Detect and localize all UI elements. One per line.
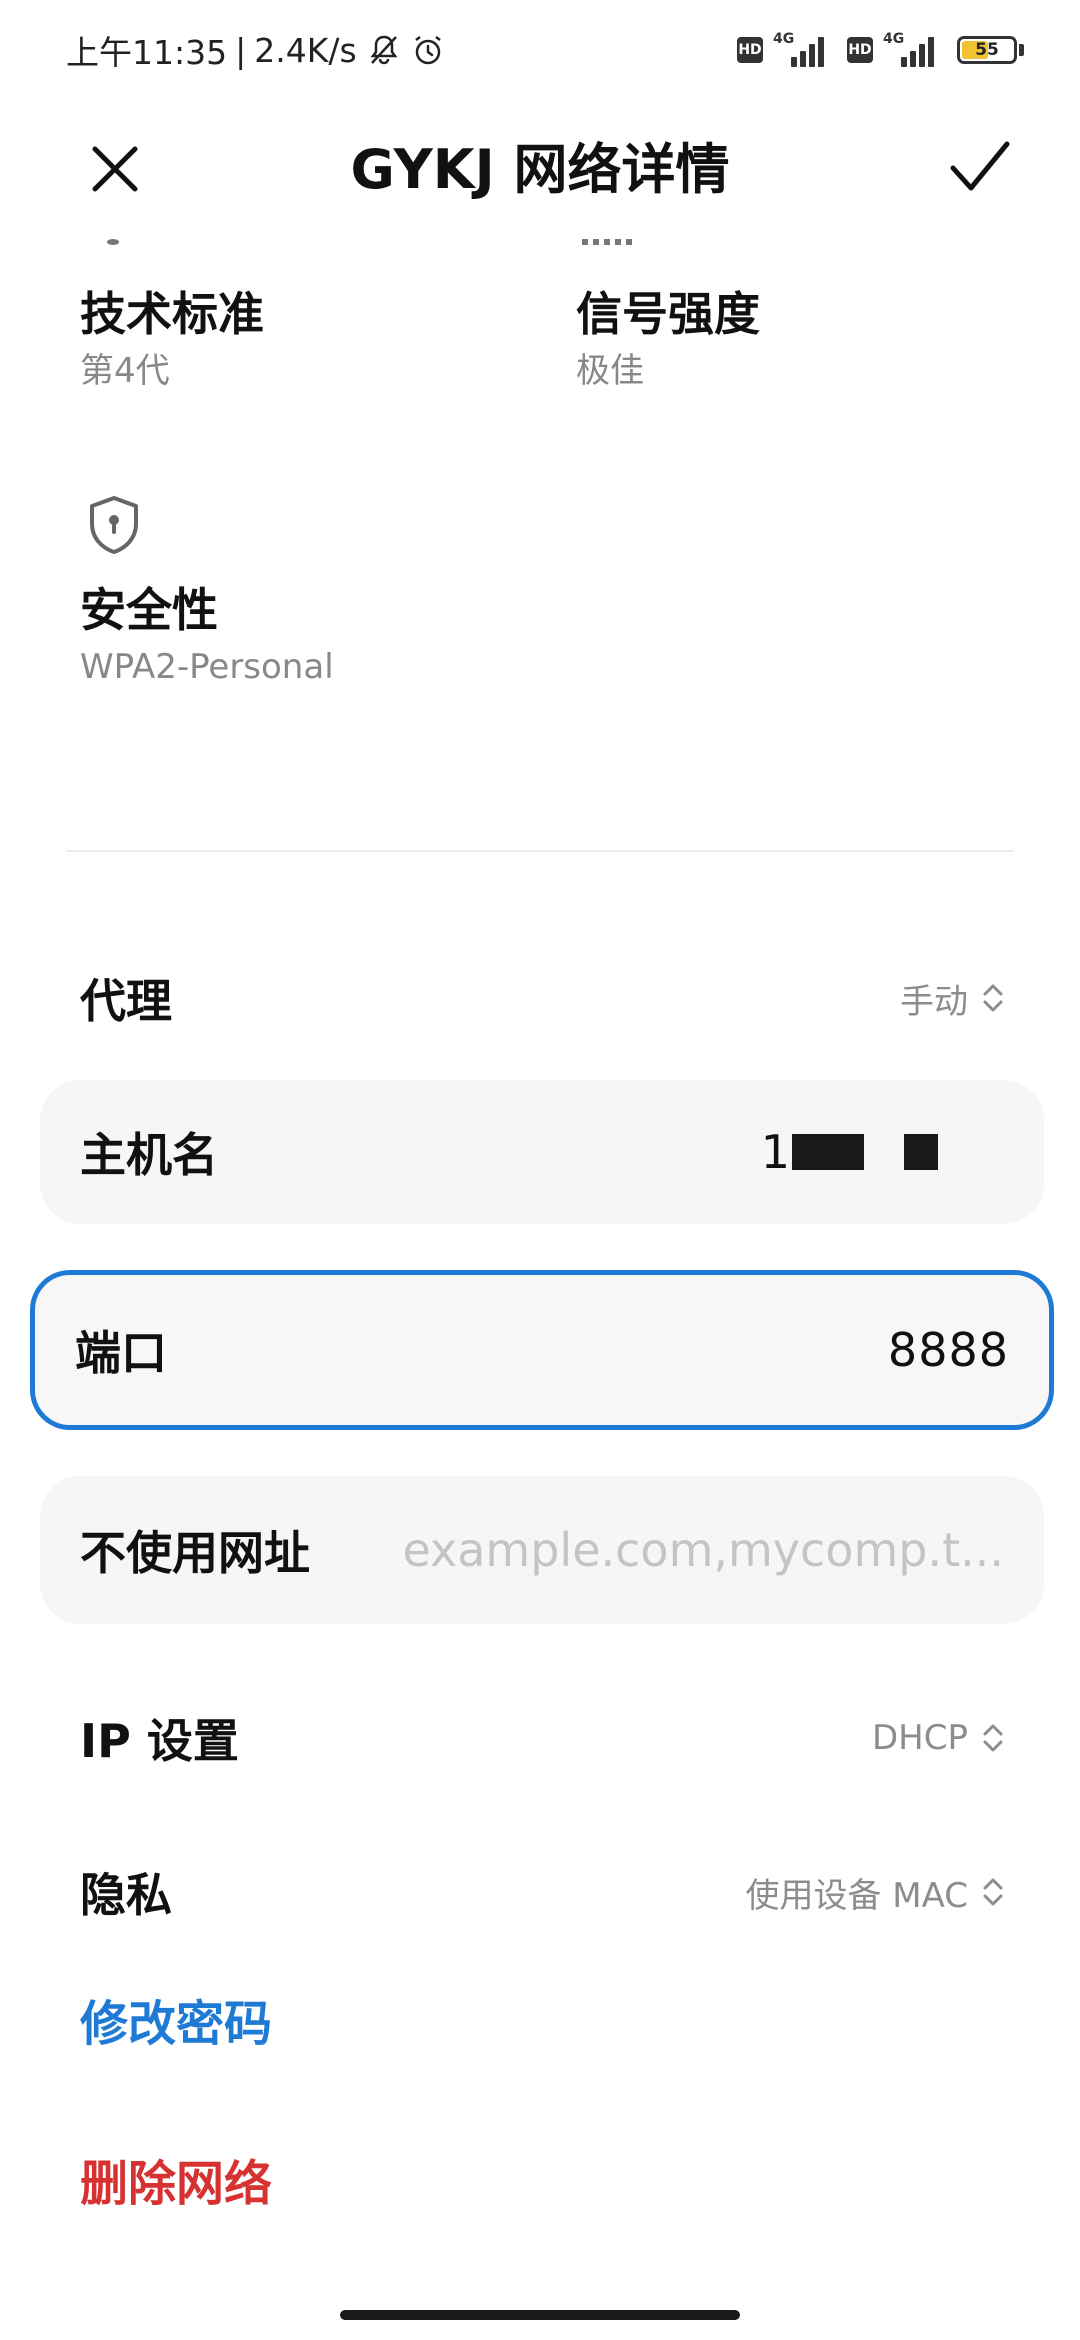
security-value: WPA2-Personal (80, 647, 334, 687)
hostname-value[interactable]: 1 (218, 1125, 938, 1179)
change-password-link[interactable]: 修改密码 (80, 1984, 272, 2054)
signal-value: 极佳 (576, 351, 644, 391)
status-left: 上午11:35 | 2.4K/s (66, 28, 445, 72)
port-value[interactable]: 8888 (207, 1323, 1009, 1377)
info-security: 安全性 WPA2-Personal (80, 580, 334, 690)
privacy-value: 使用设备 MAC (745, 1875, 968, 1916)
redaction-block (792, 1134, 864, 1170)
delete-network-link[interactable]: 删除网络 (80, 2144, 272, 2214)
security-label: 安全性 (80, 583, 218, 637)
proxy-selector[interactable]: 手动 (900, 974, 1004, 1023)
proxy-value: 手动 (900, 981, 968, 1022)
network-speed: 2.4K/s (254, 30, 357, 70)
section-divider (66, 850, 1014, 852)
chevron-up-down-icon (982, 982, 1004, 1014)
status-right: HD 4G HD 4G 55 (737, 30, 1024, 70)
network-type-sim2: 4G (883, 31, 905, 47)
port-label: 端口 (75, 1326, 167, 1380)
cell-signal-icon-sim1: 4G (773, 31, 825, 67)
bypass-input[interactable] (340, 1523, 1004, 1577)
page-title: GYKJ 网络详情 (350, 138, 730, 201)
ip-settings-selector[interactable]: DHCP (872, 1718, 1004, 1758)
privacy-selector[interactable]: 使用设备 MAC (745, 1868, 1004, 1917)
home-indicator[interactable] (340, 2310, 740, 2320)
hostname-visible-text: 1 (760, 1125, 790, 1179)
signal-label: 信号强度 (576, 287, 760, 341)
battery-level: 55 (975, 40, 999, 60)
ip-settings-value: DHCP (872, 1718, 968, 1758)
chevron-up-down-icon (982, 1722, 1004, 1754)
confirm-button[interactable] (940, 132, 1020, 202)
signal-strength-icon (582, 239, 632, 245)
ip-settings-row[interactable]: IP 设置 DHCP (80, 1700, 1004, 1776)
shield-icon (90, 496, 138, 554)
standard-label: 技术标准 (80, 287, 264, 341)
hd-badge-sim1: HD (737, 37, 763, 63)
battery-tip (1019, 44, 1024, 56)
battery-icon: 55 (957, 36, 1017, 64)
redaction-block (904, 1134, 938, 1170)
proxy-row[interactable]: 代理 手动 (80, 960, 1004, 1036)
ip-settings-label: IP 设置 (80, 1714, 239, 1768)
hd-badge-sim2: HD (847, 37, 873, 63)
network-type-sim1: 4G (773, 31, 795, 47)
generation-icon (107, 239, 119, 245)
check-icon (950, 141, 1010, 191)
clock: 上午11:35 (66, 33, 228, 72)
privacy-row[interactable]: 隐私 使用设备 MAC (80, 1854, 1004, 1930)
bypass-field[interactable]: 不使用网址 (40, 1476, 1044, 1624)
hostname-label: 主机名 (80, 1128, 218, 1182)
info-standard: 技术标准 第4代 (80, 284, 264, 394)
cell-signal-icon-sim2: 4G (883, 31, 935, 67)
standard-value: 第4代 (80, 351, 170, 391)
hostname-field[interactable]: 主机名 1 (40, 1080, 1044, 1224)
chevron-up-down-icon (982, 1876, 1004, 1908)
app-header: GYKJ 网络详情 (0, 110, 1080, 220)
status-separator: | (235, 30, 247, 70)
port-field[interactable]: 端口 8888 (30, 1270, 1054, 1430)
notifications-off-icon (367, 33, 401, 67)
info-signal: 信号强度 极佳 (576, 284, 760, 394)
status-bar: 上午11:35 | 2.4K/s HD 4G HD 4G 55 (0, 0, 1080, 100)
privacy-label: 隐私 (80, 1868, 172, 1922)
alarm-icon (411, 33, 445, 67)
bypass-label: 不使用网址 (80, 1526, 310, 1580)
proxy-label: 代理 (80, 974, 172, 1028)
